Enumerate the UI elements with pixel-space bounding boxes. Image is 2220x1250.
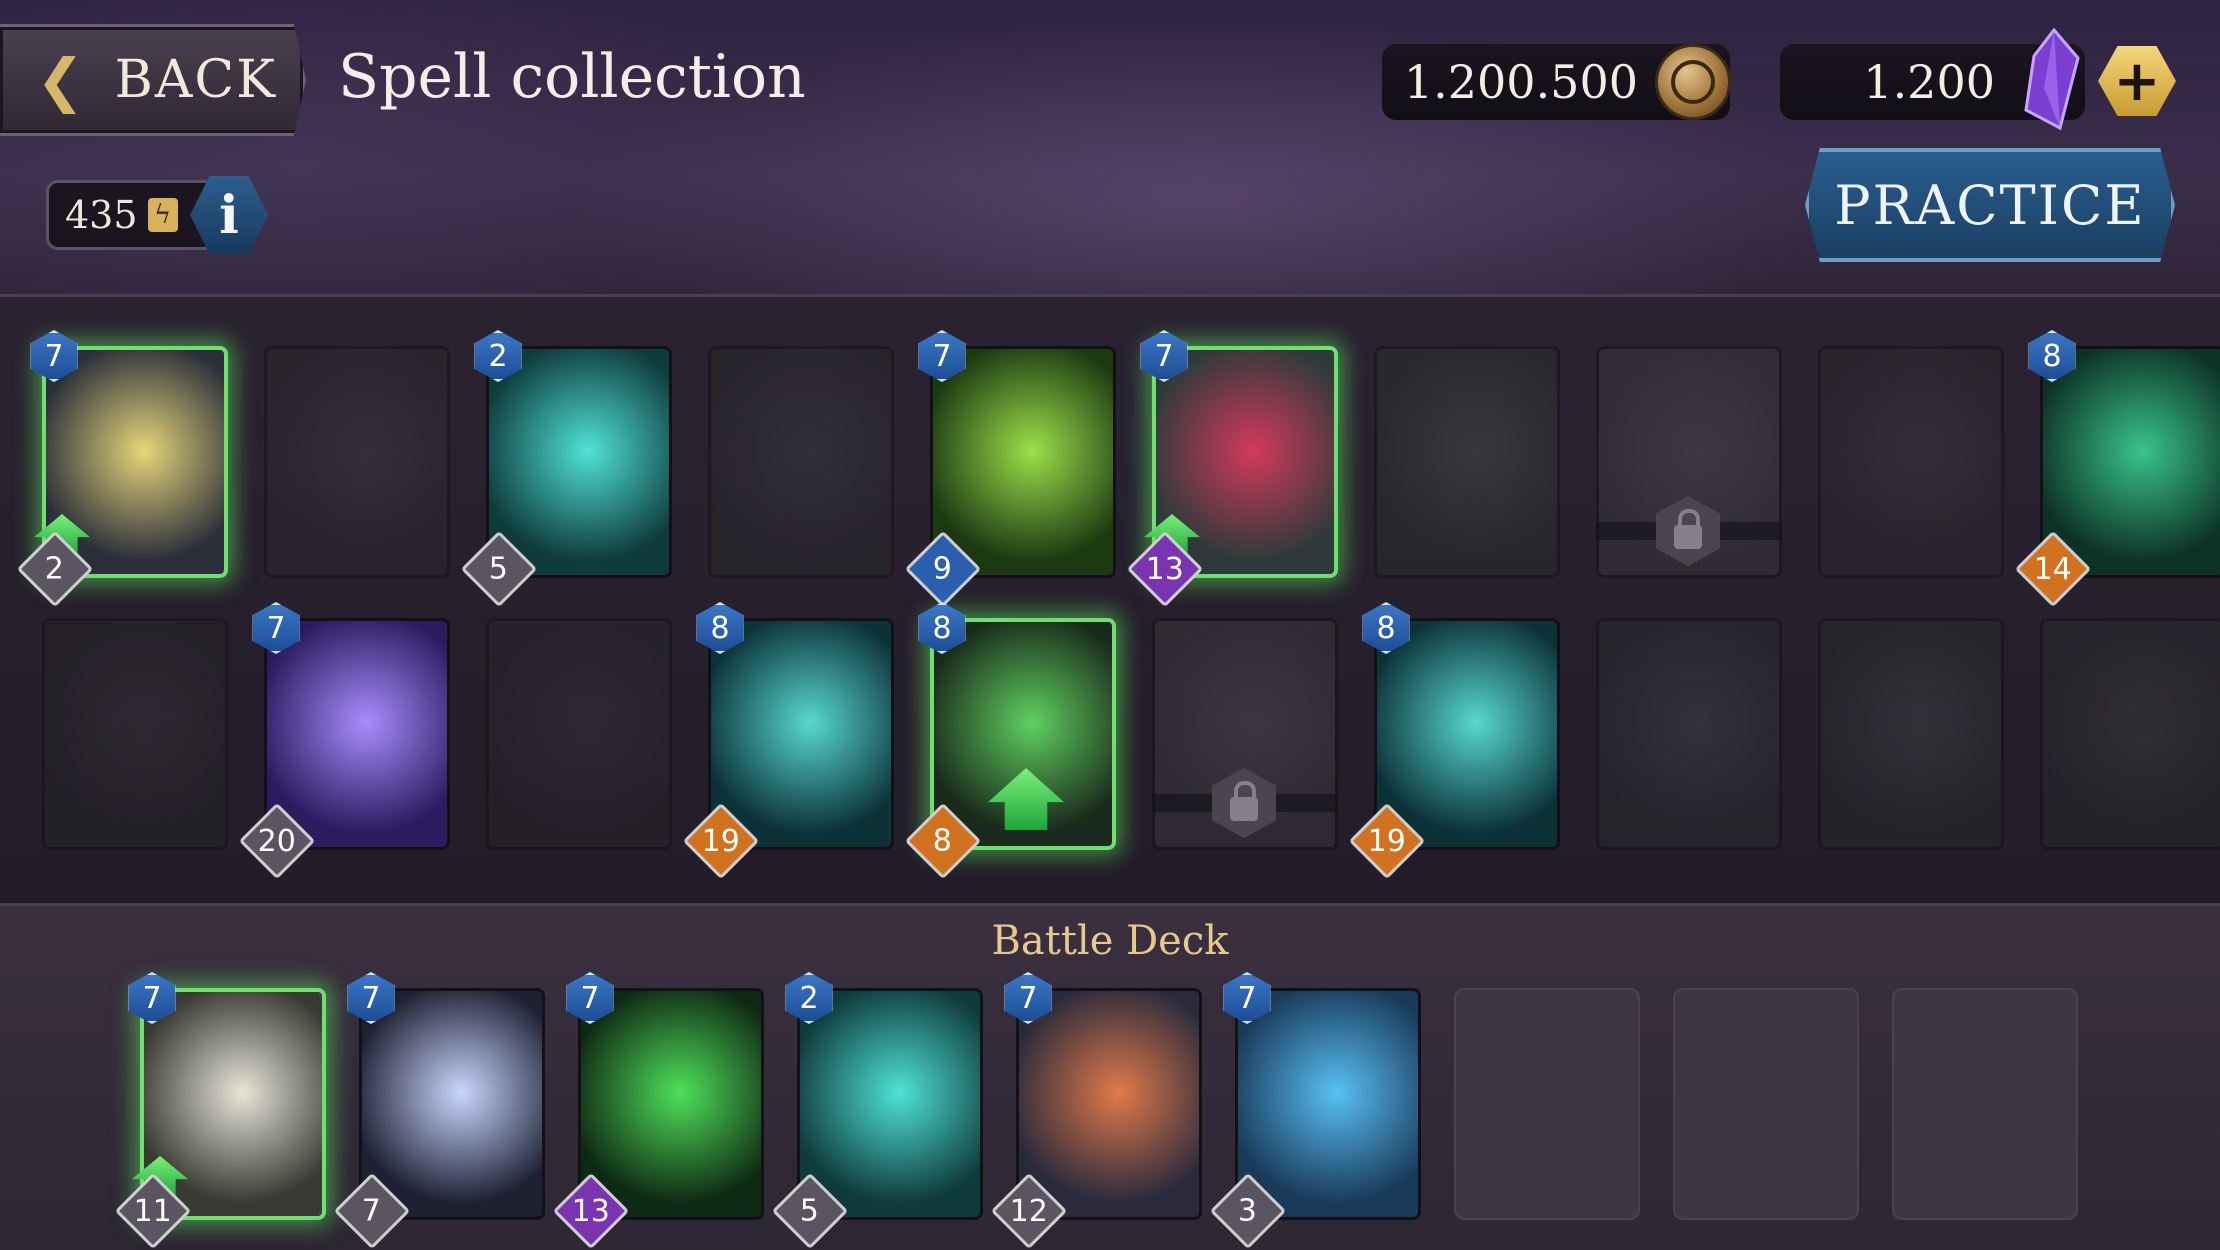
spell-card[interactable]: 8 19 xyxy=(682,602,894,880)
spell-card[interactable]: 77 xyxy=(333,972,545,1250)
card-level-value: 5 xyxy=(489,551,509,587)
gem-icon xyxy=(2024,28,2080,131)
back-button[interactable]: ❮ BACK xyxy=(0,24,306,136)
spell-card[interactable] xyxy=(486,618,672,850)
spell-art xyxy=(1596,618,1782,850)
spell-art xyxy=(42,618,228,850)
spell-art xyxy=(486,346,672,578)
spell-art xyxy=(1235,988,1421,1220)
spell-card[interactable]: 25 xyxy=(771,972,983,1250)
spell-card[interactable]: 79 xyxy=(904,330,1116,608)
spell-art xyxy=(708,618,894,850)
empty-deck-slot[interactable] xyxy=(1673,988,1859,1220)
spell-card[interactable]: 7 20 xyxy=(238,602,450,880)
empty-deck-slot[interactable] xyxy=(1892,988,2078,1220)
spell-art xyxy=(1374,346,1560,578)
spell-card[interactable] xyxy=(2040,618,2220,850)
spell-art xyxy=(2040,618,2220,850)
spell-card[interactable]: 7 12 xyxy=(990,972,1202,1250)
card-level-value: 13 xyxy=(1145,551,1185,587)
spell-card[interactable]: 7 13 xyxy=(552,972,764,1250)
empty-deck-slot[interactable] xyxy=(1454,988,1640,1220)
card-level-value: 20 xyxy=(257,823,297,859)
spell-art xyxy=(486,618,672,850)
spell-art xyxy=(578,988,764,1220)
spell-card[interactable] xyxy=(1596,618,1782,850)
spell-art xyxy=(264,618,450,850)
spell-card[interactable]: 7 11 xyxy=(114,972,326,1250)
chevron-left-icon: ❮ xyxy=(36,46,87,114)
spell-art xyxy=(930,346,1116,578)
card-level-value: 8 xyxy=(933,823,953,859)
spell-card[interactable]: 8 14 xyxy=(2014,330,2220,608)
spell-art xyxy=(1016,988,1202,1220)
card-level-value: 3 xyxy=(1238,1193,1258,1229)
lightning-icon: ϟ xyxy=(147,198,178,232)
page-title: Spell collection xyxy=(338,42,806,112)
spell-art xyxy=(264,346,450,578)
spell-card[interactable] xyxy=(1374,346,1560,578)
coin-icon xyxy=(1655,44,1731,120)
card-level-value: 2 xyxy=(45,551,65,587)
spell-card[interactable] xyxy=(1818,346,2004,578)
spell-card[interactable]: 8 19 xyxy=(1348,602,1560,880)
spell-art xyxy=(708,346,894,578)
locked-spell-card[interactable] xyxy=(1152,618,1338,850)
spell-card[interactable] xyxy=(264,346,450,578)
card-level-value: 11 xyxy=(133,1193,173,1229)
spell-card[interactable]: 7 13 xyxy=(1126,330,1338,608)
energy-value: 435 xyxy=(65,193,138,237)
card-level-value: 19 xyxy=(701,823,741,859)
battle-deck-title: Battle Deck xyxy=(991,918,1229,964)
spell-card[interactable]: 72 xyxy=(16,330,228,608)
practice-button[interactable]: PRACTICE xyxy=(1805,148,2175,262)
spell-art xyxy=(797,988,983,1220)
locked-spell-card[interactable] xyxy=(1596,346,1782,578)
gems-value: 1.200 xyxy=(1863,55,1995,109)
spell-art xyxy=(2040,346,2220,578)
card-level-value: 12 xyxy=(1009,1193,1049,1229)
spell-card[interactable]: 88 xyxy=(904,602,1116,880)
spell-art xyxy=(1818,346,2004,578)
card-level-value: 7 xyxy=(362,1193,382,1229)
spell-card[interactable] xyxy=(708,346,894,578)
card-level-value: 9 xyxy=(933,551,953,587)
spell-art xyxy=(359,988,545,1220)
card-level-value: 13 xyxy=(571,1193,611,1229)
back-label: BACK xyxy=(114,50,278,110)
spell-art xyxy=(1374,618,1560,850)
spell-card[interactable] xyxy=(1818,618,2004,850)
card-level-value: 19 xyxy=(1367,823,1407,859)
card-level-value: 5 xyxy=(800,1193,820,1229)
spell-art xyxy=(1818,618,2004,850)
coins-value: 1.200.500 xyxy=(1403,55,1638,109)
card-level-value: 14 xyxy=(2033,551,2073,587)
spell-card[interactable]: 25 xyxy=(460,330,672,608)
spell-card[interactable]: 73 xyxy=(1209,972,1421,1250)
spell-card[interactable] xyxy=(42,618,228,850)
